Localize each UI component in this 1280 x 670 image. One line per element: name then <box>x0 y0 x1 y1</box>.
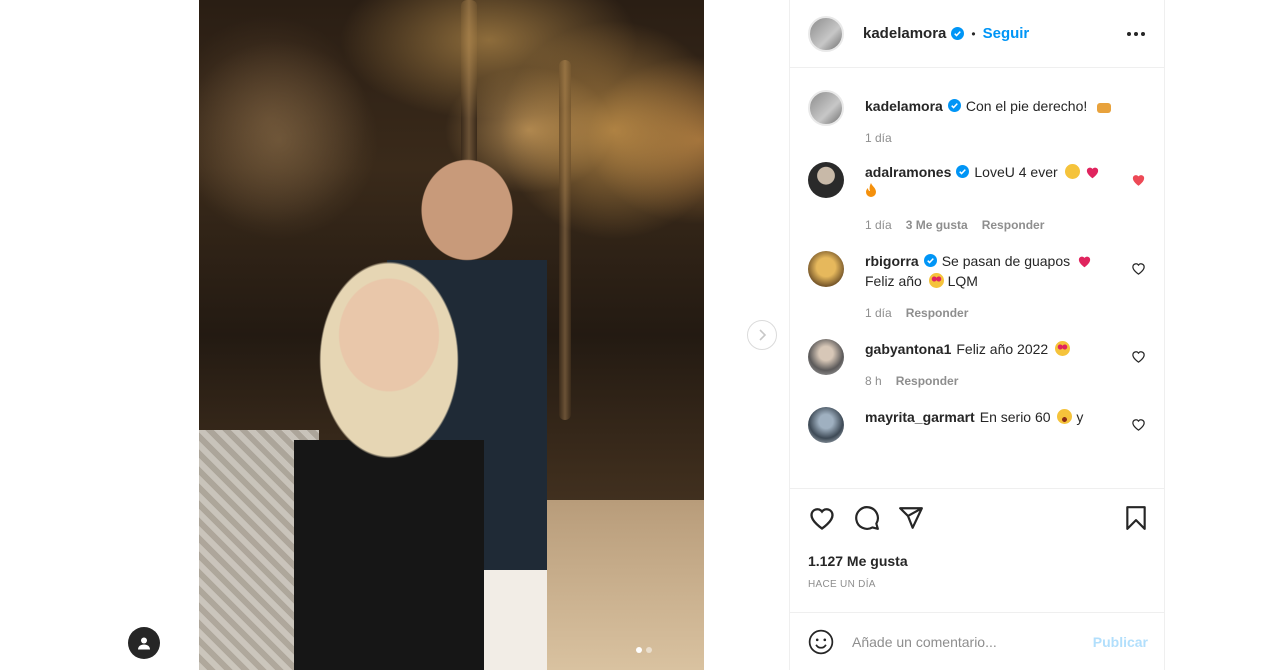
action-icons <box>808 505 1148 531</box>
author-username[interactable]: kadelamora <box>863 25 946 42</box>
verified-icon <box>947 99 961 112</box>
comment-username[interactable]: mayrita_garmart <box>865 409 975 425</box>
commenter-avatar[interactable] <box>808 162 844 198</box>
follow-button[interactable]: Seguir <box>983 25 1030 42</box>
header-separator: • <box>971 26 976 41</box>
comment-item: adalramones LoveU 4 ever 1 día 3 Me gusta… <box>790 162 1164 235</box>
raised-hands-emoji-icon <box>1064 164 1080 179</box>
comment-text: Con el pie derecho! <box>965 98 1088 114</box>
comment-meta: 1 día <box>865 128 1122 148</box>
commenter-avatar[interactable] <box>808 339 844 375</box>
comment-input[interactable] <box>852 633 1093 650</box>
emoji-icon[interactable] <box>808 629 834 655</box>
heart-icon-liked[interactable] <box>1131 172 1146 187</box>
chevron-right-icon <box>759 329 767 341</box>
tiger-emoji-icon <box>1097 103 1112 113</box>
comment-time[interactable]: 1 día <box>865 215 892 235</box>
comment-username[interactable]: gabyantona1 <box>865 341 951 357</box>
heart-eyes-emoji-icon <box>1055 341 1071 356</box>
verified-icon <box>923 254 937 267</box>
post-actions: 1.127 Me gusta HACE UN DÍA <box>790 488 1164 590</box>
next-media-button[interactable] <box>747 320 777 350</box>
comment-item: gabyantona1 Feliz año 2022 8 h Responder <box>790 339 1164 391</box>
heart-icon[interactable] <box>1131 417 1146 432</box>
likes-count[interactable]: 1.127 Me gusta <box>808 553 1148 569</box>
add-comment-bar: Publicar <box>790 612 1164 670</box>
person-woman <box>294 250 484 670</box>
caption: kadelamora Con el pie derecho! 1 día <box>790 90 1164 148</box>
post-time[interactable]: HACE UN DÍA <box>808 579 1148 590</box>
comment-text: Se pasan de guapos <box>941 253 1071 269</box>
comment-username[interactable]: kadelamora <box>865 98 943 114</box>
post-media[interactable] <box>199 0 704 670</box>
heart-icon[interactable] <box>1131 261 1146 276</box>
comment-username[interactable]: adalramones <box>865 164 951 180</box>
carousel-dot <box>646 647 652 653</box>
comment-time[interactable]: 8 h <box>865 371 882 391</box>
author-avatar[interactable] <box>808 90 844 126</box>
comment-text-end: y <box>1076 409 1084 425</box>
more-options-button[interactable] <box>1124 31 1148 36</box>
heart-icon[interactable] <box>1131 349 1146 364</box>
comment-item: mayrita_garmart En serio 60 y <box>790 407 1164 443</box>
comment-meta: 8 h Responder <box>865 371 1122 391</box>
comment-time[interactable]: 1 día <box>865 128 892 148</box>
comment-text-line2: Feliz año <box>865 273 922 289</box>
comment-text: Feliz año 2022 <box>956 341 1049 357</box>
comment-text-line2-end: LQM <box>947 273 978 289</box>
commenter-avatar[interactable] <box>808 407 844 443</box>
comment-time[interactable]: 1 día <box>865 303 892 323</box>
more-icon <box>1127 31 1131 36</box>
author-avatar[interactable] <box>808 15 844 52</box>
comment-meta: 1 día Responder <box>865 303 1122 323</box>
comment-text: En serio 60 <box>979 409 1051 425</box>
red-heart-emoji-icon <box>1078 256 1091 268</box>
reply-button[interactable]: Responder <box>906 303 969 323</box>
fire-emoji-icon <box>866 183 876 197</box>
comment-icon[interactable] <box>854 505 880 531</box>
user-tag-button[interactable] <box>128 627 160 659</box>
red-heart-emoji-icon <box>1087 167 1099 179</box>
share-icon[interactable] <box>898 505 924 531</box>
commenter-avatar[interactable] <box>808 251 844 287</box>
carousel-indicator <box>636 647 652 653</box>
heart-eyes-emoji-icon <box>928 273 944 288</box>
publish-button[interactable]: Publicar <box>1093 634 1148 650</box>
carousel-dot <box>636 647 642 653</box>
reply-button[interactable]: Responder <box>896 371 959 391</box>
post-header: kadelamora • Seguir <box>790 0 1164 68</box>
bookmark-icon[interactable] <box>1124 505 1148 531</box>
comment-meta: 1 día 3 Me gusta Responder <box>865 215 1122 235</box>
verified-icon <box>951 27 965 40</box>
comment-text: LoveU 4 ever <box>974 164 1058 180</box>
comment-likes[interactable]: 3 Me gusta <box>906 215 968 235</box>
astonished-emoji-icon <box>1057 409 1073 424</box>
reply-button[interactable]: Responder <box>982 215 1045 235</box>
verified-icon <box>956 165 970 178</box>
post-panel: kadelamora • Seguir kadelamora Con el pie… <box>789 0 1165 670</box>
heart-icon[interactable] <box>808 505 836 531</box>
comment-item: rbigorra Se pasan de guapos Feliz año LQM… <box>790 251 1164 323</box>
comment-username[interactable]: rbigorra <box>865 253 919 269</box>
comments-list[interactable]: kadelamora Con el pie derecho! 1 día adal… <box>790 68 1164 488</box>
user-tag-icon <box>138 637 150 650</box>
